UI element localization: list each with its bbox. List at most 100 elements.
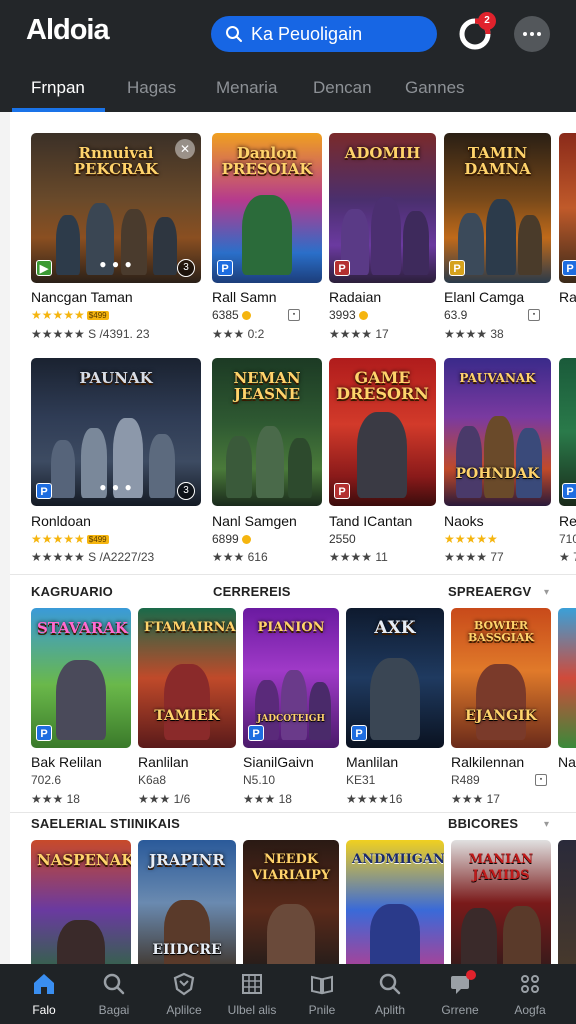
thumbnail-subtitle: TAMIEK	[154, 708, 220, 724]
section-title[interactable]: KAGRUARIO	[31, 584, 113, 599]
game-meta: 63.9	[444, 308, 468, 322]
game-card[interactable]: Na	[558, 608, 576, 808]
search-bar[interactable]: Ka Peuoligain	[211, 16, 437, 52]
game-meta: ★★★★★ $499	[31, 308, 109, 322]
game-name: Radaian	[329, 289, 382, 305]
section-title[interactable]: CERREREIS	[213, 584, 291, 599]
game-thumbnail[interactable]: P	[559, 133, 576, 283]
game-name: Naoks	[444, 513, 484, 529]
game-thumbnail[interactable]: AXK P	[346, 608, 444, 748]
apps-icon	[521, 975, 539, 993]
section-title[interactable]: SPREAERGV	[448, 584, 531, 599]
chevron-down-icon[interactable]: ▾	[544, 819, 549, 830]
notifications-button[interactable]: 2	[458, 12, 496, 51]
game-thumbnail[interactable]	[558, 840, 576, 964]
search-icon	[103, 973, 125, 995]
game-card[interactable]: BOWIER BASSGIAK EJANGIK Ralkilennan R489…	[451, 608, 551, 808]
game-thumbnail[interactable]: NEEDK VIARIAIPY	[243, 840, 339, 964]
nav-item-search[interactable]: Bagai	[78, 972, 150, 1017]
game-card[interactable]: PAUVANAK POHNDAK Naoks ★★★★★ ★★★★ 77	[444, 358, 551, 568]
game-card[interactable]: NEMAN JEASNE Nanl Samgen 6899 ★★★ 616	[212, 358, 322, 568]
game-name: Rall Samn	[212, 289, 277, 305]
game-thumbnail[interactable]: NASPENAK	[31, 840, 131, 964]
game-card[interactable]: ANDMIIGAN	[346, 840, 444, 964]
game-card[interactable]: GAME DRESORN P Tand ICantan 2550 ★★★★ 11	[329, 358, 436, 568]
game-card[interactable]: Rnnuivai PEKCRAK ✕ ▶ ● ● ● 3 Nancgan Tam…	[31, 133, 201, 353]
game-thumbnail[interactable]	[558, 608, 576, 748]
character-figure	[281, 670, 307, 740]
game-thumbnail[interactable]: ANDMIIGAN	[346, 840, 444, 964]
nav-item-more[interactable]: Aogfa	[494, 972, 566, 1017]
tab-0[interactable]: Frnpan	[31, 78, 85, 98]
game-meta: 702.6	[31, 773, 62, 787]
game-name: Ranlilan	[138, 754, 189, 770]
game-card[interactable]: NEEDK VIARIAIPY	[243, 840, 339, 964]
game-card[interactable]: Danlon PRESOIAK P Rall Samn 6385 ▪ ★★★ 0…	[212, 133, 322, 353]
game-thumbnail[interactable]: PAUVANAK POHNDAK	[444, 358, 551, 506]
game-thumbnail[interactable]: STAVARAK P	[31, 608, 131, 748]
platform-badge-icon: P	[248, 725, 264, 741]
chevron-down-icon[interactable]: ▾	[544, 587, 549, 598]
bookmark-icon[interactable]: ▪	[288, 309, 300, 321]
thumbnail-title: NEMAN JEASNE	[233, 369, 301, 403]
game-thumbnail[interactable]: ADOMIH P	[329, 133, 436, 283]
game-thumbnail[interactable]: NEMAN JEASNE	[212, 358, 322, 506]
book-icon	[311, 975, 333, 995]
tab-2[interactable]: Menaria	[216, 78, 277, 98]
game-thumbnail[interactable]: TAMIN DAMNA P	[444, 133, 551, 283]
home-icon	[34, 974, 54, 994]
game-thumbnail[interactable]: BOWIER BASSGIAK EJANGIK	[451, 608, 551, 748]
section-title[interactable]: BBICORES	[448, 816, 518, 831]
game-card[interactable]: ADOMIH P Radaian 3993 ★★★★ 17	[329, 133, 436, 353]
game-card[interactable]: NASPENAK	[31, 840, 131, 964]
more-options-button[interactable]	[514, 16, 550, 52]
game-thumbnail[interactable]: Rnnuivai PEKCRAK ✕ ▶ ● ● ● 3	[31, 133, 201, 283]
game-card[interactable]: MANIAN JAMIDS	[451, 840, 551, 964]
tab-3[interactable]: Dencan	[313, 78, 372, 98]
game-card[interactable]	[558, 840, 576, 964]
game-card[interactable]: FTAMAIRNA TAMIEK Ranlilan K6a8 ★★★ 1/6	[138, 608, 236, 808]
app-logo[interactable]: Aldoia	[26, 14, 110, 47]
bookmark-icon[interactable]: ▪	[535, 774, 547, 786]
game-thumbnail[interactable]: FTAMAIRNA TAMIEK	[138, 608, 236, 748]
thumbnail-title: GAME DRESORN	[336, 368, 429, 403]
notification-dot	[466, 970, 476, 980]
nav-item-apps[interactable]: Aplilce	[148, 972, 220, 1017]
nav-item-books[interactable]: Pnile	[286, 972, 358, 1017]
thumbnail-title: TAMIN DAMNA	[464, 144, 531, 178]
game-meta: 3993	[329, 308, 368, 322]
tab-1[interactable]: Hagas	[127, 78, 176, 98]
nav-item-chat[interactable]: Grrene	[424, 970, 496, 1017]
game-thumbnail[interactable]: JRAPINR EIIDCRE	[138, 840, 236, 964]
shield-icon	[173, 972, 195, 996]
character-figure	[503, 906, 541, 964]
game-thumbnail[interactable]: PIANION JADCOTEIGH P	[243, 608, 339, 748]
game-thumbnail[interactable]: MANIAN JAMIDS	[451, 840, 551, 964]
game-card[interactable]: TAMIN DAMNA P Elanl Camga 63.9 ▪ ★★★★ 38	[444, 133, 551, 353]
game-meta: N5.10	[243, 773, 276, 787]
nav-item-library[interactable]: Ulbel alis	[216, 972, 288, 1017]
character-figure	[267, 904, 315, 964]
dot-icon	[523, 32, 527, 36]
game-card[interactable]: PIANION JADCOTEIGH P SianilGaivn N5.10 ★…	[243, 608, 339, 808]
dot-icon	[537, 32, 541, 36]
game-card[interactable]: AXK P Manlilan KE31 ★★★★16	[346, 608, 444, 808]
game-thumbnail[interactable]: PAUNAK P ● ● ● 3	[31, 358, 201, 506]
section-title[interactable]: SAELERIAL STIINIKAIS	[31, 816, 180, 831]
game-subinfo: ★★★ 616	[212, 550, 268, 564]
game-thumbnail[interactable]: Danlon PRESOIAK P	[212, 133, 322, 283]
game-card[interactable]: STAVARAK P Bak Relilan 702.6 ★★★ 18	[31, 608, 131, 808]
game-card[interactable]: P Ra	[559, 133, 576, 353]
nav-item-home[interactable]: Falo	[8, 972, 80, 1017]
dismiss-icon[interactable]: ✕	[175, 139, 195, 159]
game-card[interactable]: JRAPINR EIIDCRE	[138, 840, 236, 964]
bookmark-icon[interactable]: ▪	[528, 309, 540, 321]
game-card[interactable]: PAUNAK P ● ● ● 3 Ronldoan ★★★★★ $499 ★★★★…	[31, 358, 201, 568]
game-card[interactable]: P Re 710 ★ 7	[559, 358, 576, 568]
nav-item-search-2[interactable]: Aplith	[354, 972, 426, 1017]
game-thumbnail[interactable]: GAME DRESORN P	[329, 358, 436, 506]
pager-dots: ● ● ●	[99, 257, 133, 271]
tab-4[interactable]: Gannes	[405, 78, 465, 98]
game-thumbnail[interactable]: P	[559, 358, 576, 506]
game-name: Nanl Samgen	[212, 513, 297, 529]
